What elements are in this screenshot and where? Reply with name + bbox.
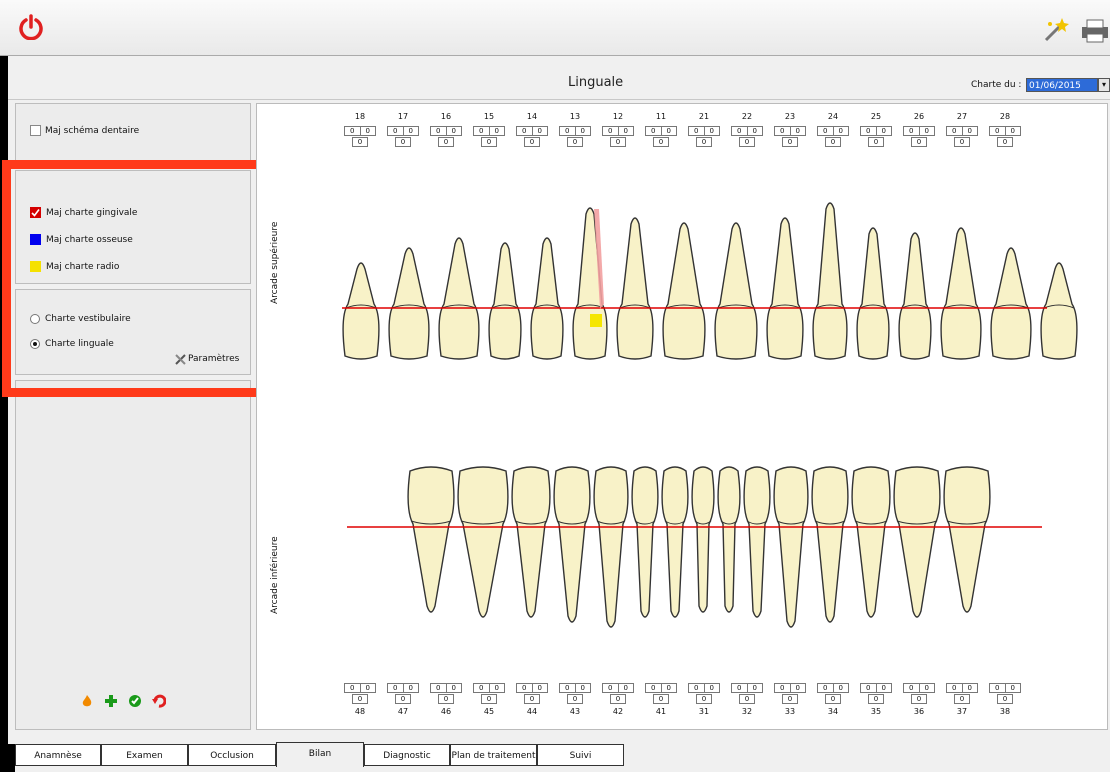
lower-tooth[interactable]: [811, 466, 849, 623]
lower-tooth[interactable]: [851, 466, 891, 618]
lower-tooth[interactable]: [457, 466, 509, 618]
date-field[interactable]: 01/06/2015: [1026, 78, 1098, 92]
tab-bar: Anamnèse Examen Occlusion Bilan Diagnostic Pl…: [15, 742, 1110, 772]
chart-osseuse-label: Maj charte osseuse: [46, 234, 133, 245]
params-button[interactable]: Paramètres: [174, 353, 239, 365]
magic-wand-icon[interactable]: [1042, 16, 1070, 44]
top-toolbar: [0, 0, 1110, 56]
validate-icon[interactable]: [128, 694, 142, 708]
upper-tooth[interactable]: [438, 237, 480, 360]
tab-occlusion[interactable]: Occlusion: [188, 744, 276, 766]
upper-tooth[interactable]: [714, 222, 758, 360]
upper-tooth[interactable]: [488, 242, 522, 360]
tab-diagnostic[interactable]: Diagnostic: [364, 744, 450, 766]
radio-vestibulaire[interactable]: Charte vestibulaire: [30, 314, 131, 324]
lower-tooth[interactable]: [691, 466, 715, 613]
upper-tooth[interactable]: [766, 217, 804, 360]
radio-marker: [590, 314, 602, 327]
color-swatch[interactable]: [30, 261, 41, 272]
tab-plan-de-traitement[interactable]: Plan de traitement: [450, 744, 537, 766]
upper-tooth[interactable]: [856, 227, 890, 360]
upper-tooth[interactable]: [662, 222, 706, 360]
lower-tooth[interactable]: [661, 466, 689, 618]
maj-schema-checkbox[interactable]: Maj schéma dentaire: [30, 125, 139, 136]
lower-tooth[interactable]: [553, 466, 591, 623]
lower-tooth[interactable]: [407, 466, 455, 613]
radio-vestibulaire-label: Charte vestibulaire: [45, 314, 131, 324]
lower-tooth[interactable]: [631, 466, 659, 618]
radio-icon[interactable]: [30, 314, 40, 324]
tab-anamnèse[interactable]: Anamnèse: [15, 744, 101, 766]
check-icon[interactable]: [30, 207, 41, 218]
add-icon[interactable]: [104, 694, 118, 708]
upper-tooth[interactable]: [616, 217, 654, 360]
upper-tooth[interactable]: [1040, 262, 1078, 360]
upper-tooth[interactable]: [530, 237, 564, 360]
undo-icon[interactable]: [152, 694, 166, 708]
upper-tooth[interactable]: [388, 247, 430, 360]
actions-card: [15, 380, 251, 730]
dental-chart: 18 0 0 0 17 0 0 0 16 0 0 0 15 0 0 0 14 0 0 0 13 0 0 0 12 0 0 0 11 0 0 0…: [256, 103, 1108, 730]
tab-bilan[interactable]: Bilan: [276, 742, 364, 767]
upper-tooth[interactable]: [812, 202, 848, 360]
schema-card: Maj schéma dentaire: [15, 103, 251, 163]
teeth-diagram: [342, 202, 1078, 628]
lower-tooth[interactable]: [893, 466, 941, 618]
charts-card: Maj charte gingivale Maj charte osseuse …: [15, 170, 251, 284]
radio-linguale-label: Charte linguale: [45, 339, 114, 349]
action-bar: [80, 694, 166, 708]
date-label: Charte du :: [971, 80, 1022, 90]
lower-tooth[interactable]: [717, 466, 741, 613]
chart-gingival-label: Maj charte gingivale: [46, 207, 138, 218]
maj-schema-label: Maj schéma dentaire: [45, 125, 140, 136]
upper-tooth[interactable]: [940, 227, 982, 360]
params-label: Paramètres: [188, 354, 240, 364]
chart-radio-label: Maj charte radio: [46, 261, 120, 272]
charte-type-card: Charte vestibulaire Charte linguale Para…: [15, 289, 251, 375]
lower-tooth[interactable]: [511, 466, 551, 618]
tab-examen[interactable]: Examen: [101, 744, 188, 766]
fire-icon[interactable]: [80, 694, 94, 708]
lower-tooth[interactable]: [593, 466, 629, 628]
lower-tooth[interactable]: [943, 466, 991, 613]
tools-icon: [175, 354, 186, 365]
upper-tooth[interactable]: [898, 232, 932, 360]
upper-tooth[interactable]: [342, 262, 380, 360]
chevron-down-icon[interactable]: ▾: [1098, 78, 1110, 92]
chart-radio[interactable]: Maj charte radio: [30, 261, 119, 272]
lower-tooth[interactable]: [773, 466, 809, 628]
upper-tooth[interactable]: [990, 247, 1032, 360]
radio-linguale[interactable]: Charte linguale: [30, 339, 114, 349]
tab-suivi[interactable]: Suivi: [537, 744, 624, 766]
chart-gingival[interactable]: Maj charte gingivale: [30, 207, 137, 218]
sidebar: Maj schéma dentaire Maj charte gingivale…: [15, 103, 251, 730]
printer-icon[interactable]: [1080, 18, 1110, 44]
header-strip: [8, 56, 1110, 100]
color-swatch[interactable]: [30, 234, 41, 245]
radio-selected-icon[interactable]: [30, 339, 40, 349]
chart-osseuse[interactable]: Maj charte osseuse: [30, 234, 133, 245]
lower-tooth[interactable]: [743, 466, 771, 618]
page-title: Linguale: [568, 75, 624, 90]
power-icon[interactable]: [18, 14, 44, 40]
checkbox-icon[interactable]: [30, 125, 41, 136]
